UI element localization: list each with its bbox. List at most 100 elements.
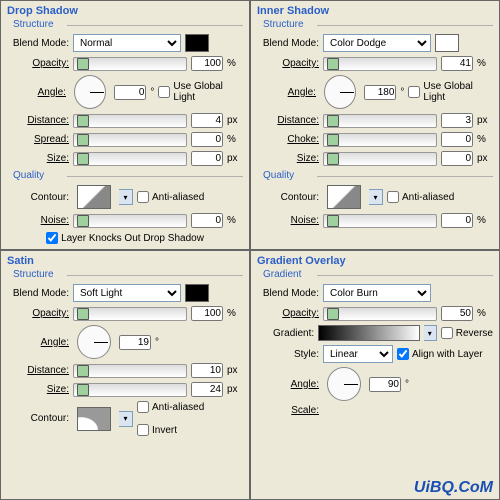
opacity-input[interactable] — [191, 306, 223, 321]
size-label: Size: — [7, 153, 69, 164]
blend-mode-select[interactable]: Soft Light — [73, 284, 181, 302]
angle-label: Angle: — [7, 87, 66, 98]
distance-label: Distance: — [257, 115, 319, 126]
anti-aliased-checkbox[interactable] — [137, 191, 149, 203]
size-label: Size: — [257, 153, 319, 164]
opacity-slider[interactable] — [73, 57, 187, 71]
noise-label: Noise: — [7, 215, 69, 226]
noise-input[interactable] — [191, 213, 223, 228]
opacity-input[interactable] — [441, 56, 473, 71]
size-slider[interactable] — [73, 383, 187, 397]
gradient-overlay-panel: Gradient Overlay Gradient Blend Mode: Co… — [250, 250, 500, 500]
structure-section: Structure — [13, 19, 243, 30]
angle-dial[interactable] — [324, 75, 356, 109]
use-global-light-checkbox[interactable] — [158, 86, 170, 98]
reverse-checkbox[interactable] — [441, 327, 453, 339]
blend-mode-select[interactable]: Color Burn — [323, 284, 431, 302]
size-input[interactable] — [191, 151, 223, 166]
distance-label: Distance: — [7, 115, 69, 126]
structure-section: Structure — [13, 269, 243, 280]
color-swatch[interactable] — [185, 34, 209, 52]
panel-title: Satin — [7, 255, 243, 267]
quality-section: Quality — [263, 170, 493, 181]
contour-picker[interactable] — [77, 185, 111, 209]
angle-dial[interactable] — [327, 367, 361, 401]
contour-picker[interactable] — [77, 407, 111, 431]
drop-shadow-panel: Drop Shadow Structure Blend Mode: Normal… — [0, 0, 250, 250]
size-input[interactable] — [191, 382, 223, 397]
distance-input[interactable] — [441, 113, 473, 128]
blend-mode-label: Blend Mode: — [7, 38, 69, 49]
angle-label: Angle: — [7, 337, 69, 348]
gradient-dropdown-icon[interactable] — [424, 325, 437, 341]
knockout-checkbox[interactable] — [46, 232, 58, 244]
opacity-input[interactable] — [191, 56, 223, 71]
anti-aliased-checkbox[interactable] — [137, 401, 149, 413]
distance-slider[interactable] — [73, 114, 187, 128]
size-slider[interactable] — [323, 152, 437, 166]
angle-input[interactable] — [114, 85, 146, 100]
use-global-light-checkbox[interactable] — [408, 86, 420, 98]
contour-dropdown-icon[interactable] — [119, 411, 133, 427]
noise-label: Noise: — [257, 215, 319, 226]
contour-dropdown-icon[interactable] — [369, 189, 383, 205]
distance-slider[interactable] — [73, 364, 187, 378]
opacity-label: Opacity: — [257, 58, 319, 69]
gradient-section: Gradient — [263, 269, 493, 280]
angle-dial[interactable] — [77, 325, 111, 359]
noise-slider[interactable] — [323, 214, 437, 228]
watermark: UiBQ.CoM — [414, 479, 493, 497]
size-input[interactable] — [441, 151, 473, 166]
blend-mode-select[interactable]: Normal — [73, 34, 181, 52]
spread-slider[interactable] — [73, 133, 187, 147]
angle-label: Angle: — [257, 87, 316, 98]
distance-input[interactable] — [191, 363, 223, 378]
opacity-slider[interactable] — [323, 57, 437, 71]
style-select[interactable]: Linear — [323, 345, 393, 363]
opacity-slider[interactable] — [73, 307, 187, 321]
angle-dial[interactable] — [74, 75, 106, 109]
choke-slider[interactable] — [323, 133, 437, 147]
contour-label: Contour: — [7, 192, 69, 203]
noise-slider[interactable] — [73, 214, 187, 228]
distance-input[interactable] — [191, 113, 223, 128]
panel-title: Gradient Overlay — [257, 255, 493, 267]
spread-input[interactable] — [191, 132, 223, 147]
blend-mode-select[interactable]: Color Dodge — [323, 34, 431, 52]
spread-label: Spread: — [7, 134, 69, 145]
blend-mode-label: Blend Mode: — [257, 288, 319, 299]
angle-input[interactable] — [369, 377, 401, 392]
align-checkbox[interactable] — [397, 348, 409, 360]
opacity-label: Opacity: — [7, 308, 69, 319]
color-swatch[interactable] — [185, 284, 209, 302]
opacity-label: Opacity: — [7, 58, 69, 69]
inner-shadow-panel: Inner Shadow Structure Blend Mode: Color… — [250, 0, 500, 250]
color-swatch[interactable] — [435, 34, 459, 52]
angle-input[interactable] — [364, 85, 396, 100]
opacity-slider[interactable] — [323, 307, 437, 321]
contour-dropdown-icon[interactable] — [119, 189, 133, 205]
choke-input[interactable] — [441, 132, 473, 147]
panel-title: Drop Shadow — [7, 5, 243, 17]
invert-checkbox[interactable] — [137, 424, 149, 436]
angle-input[interactable] — [119, 335, 151, 350]
noise-input[interactable] — [441, 213, 473, 228]
contour-label: Contour: — [7, 413, 69, 424]
angle-label: Angle: — [257, 379, 319, 390]
distance-slider[interactable] — [323, 114, 437, 128]
opacity-input[interactable] — [441, 306, 473, 321]
satin-panel: Satin Structure Blend Mode: Soft Light O… — [0, 250, 250, 500]
distance-label: Distance: — [7, 365, 69, 376]
gradient-picker[interactable] — [318, 325, 420, 341]
size-label: Size: — [7, 384, 69, 395]
opacity-label: Opacity: — [257, 308, 319, 319]
choke-label: Choke: — [257, 134, 319, 145]
structure-section: Structure — [263, 19, 493, 30]
scale-label: Scale: — [257, 405, 319, 416]
contour-picker[interactable] — [327, 185, 361, 209]
quality-section: Quality — [13, 170, 243, 181]
gradient-label: Gradient: — [257, 328, 314, 339]
anti-aliased-checkbox[interactable] — [387, 191, 399, 203]
blend-mode-label: Blend Mode: — [7, 288, 69, 299]
size-slider[interactable] — [73, 152, 187, 166]
